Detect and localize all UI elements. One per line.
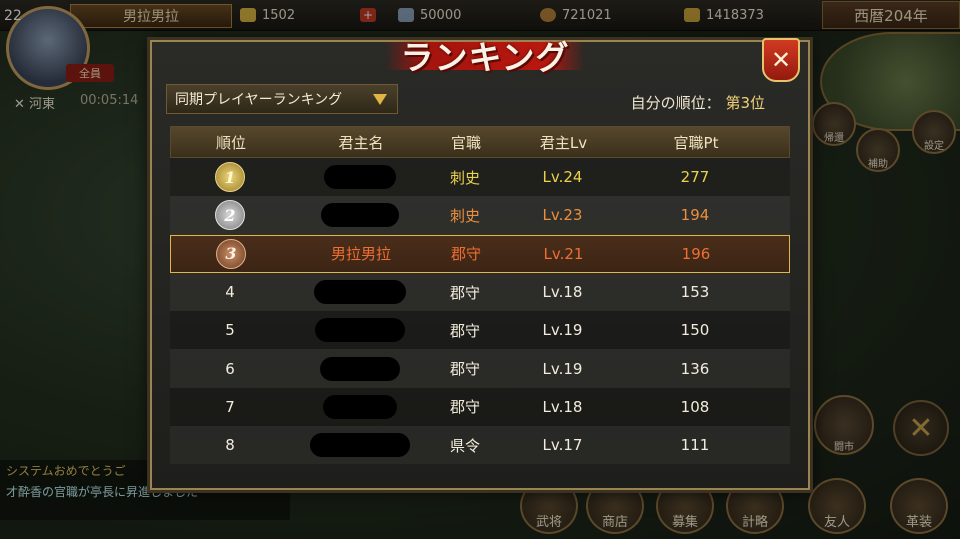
level-cell: Lv.17 bbox=[542, 436, 583, 455]
rank-cell: 4 bbox=[225, 283, 235, 302]
table-header: 順位 君主名 官職 君主Lv 官職Pt bbox=[170, 126, 790, 158]
post-cell: 県令 bbox=[449, 436, 480, 455]
points-cell: 277 bbox=[680, 168, 710, 187]
level-cell: Lv.23 bbox=[542, 206, 583, 225]
points-cell: 150 bbox=[680, 321, 710, 340]
level-cell: Lv.18 bbox=[542, 397, 583, 416]
redacted-name bbox=[315, 318, 405, 343]
post-cell: 郡守 bbox=[449, 321, 480, 340]
level-cell: Lv.21 bbox=[543, 244, 584, 263]
dropdown-label: 同期プレイヤーランキング bbox=[175, 92, 343, 108]
my-rank: 自分の順位： 第3位 bbox=[630, 94, 765, 112]
table-row[interactable]: 2 刺史 Lv.23 194 bbox=[170, 196, 790, 235]
chevron-down-icon bbox=[373, 94, 387, 105]
level-cell: Lv.19 bbox=[542, 321, 583, 340]
points-cell: 111 bbox=[680, 436, 710, 455]
points-cell: 108 bbox=[680, 397, 710, 416]
col-name: 君主名 bbox=[338, 133, 384, 152]
col-post: 官職 bbox=[450, 133, 481, 152]
ranking-table: 順位 君主名 官職 君主Lv 官職Pt 1 刺史 Lv.24 277 2 刺史 … bbox=[170, 126, 790, 465]
col-rank: 順位 bbox=[215, 133, 246, 152]
col-points: 官職Pt bbox=[673, 133, 719, 152]
modal-title: ランキング bbox=[385, 30, 585, 80]
table-row-self[interactable]: 3 男拉男拉 郡守 Lv.21 196 bbox=[170, 234, 790, 273]
redacted-name bbox=[314, 280, 406, 305]
table-row[interactable]: 1 刺史 Lv.24 277 bbox=[170, 158, 790, 197]
points-cell: 194 bbox=[680, 206, 710, 225]
rank-cell: 5 bbox=[225, 321, 235, 340]
name-cell: 男拉男拉 bbox=[330, 245, 391, 264]
close-button[interactable]: ✕ bbox=[762, 38, 800, 82]
post-cell: 郡守 bbox=[449, 283, 480, 302]
table-row[interactable]: 5 郡守 Lv.19 150 bbox=[170, 311, 790, 350]
level-cell: Lv.18 bbox=[542, 283, 583, 302]
redacted-name bbox=[321, 203, 399, 228]
page-title: ランキング bbox=[400, 38, 570, 77]
table-row[interactable]: 8 県令 Lv.17 111 bbox=[170, 426, 790, 465]
level-cell: Lv.24 bbox=[542, 168, 583, 187]
post-cell: 郡守 bbox=[449, 360, 480, 379]
rank-3-medal-icon: 3 bbox=[216, 238, 246, 269]
redacted-name bbox=[310, 433, 410, 458]
rank-cell: 7 bbox=[225, 397, 235, 416]
rank-2-medal-icon: 2 bbox=[215, 200, 245, 231]
rank-cell: 6 bbox=[225, 359, 235, 378]
redacted-name bbox=[323, 394, 397, 419]
rank-1-medal-icon: 1 bbox=[215, 162, 245, 193]
ranking-type-dropdown[interactable]: 同期プレイヤーランキング bbox=[166, 84, 398, 114]
post-cell: 刺史 bbox=[449, 168, 480, 187]
post-cell: 刺史 bbox=[449, 206, 480, 225]
table-row[interactable]: 6 郡守 Lv.19 136 bbox=[170, 349, 790, 388]
post-cell: 郡守 bbox=[449, 398, 480, 417]
redacted-name bbox=[320, 356, 400, 381]
rank-cell: 8 bbox=[225, 436, 235, 455]
points-cell: 153 bbox=[680, 283, 710, 302]
table-row[interactable]: 7 郡守 Lv.18 108 bbox=[170, 387, 790, 427]
points-cell: 136 bbox=[680, 359, 710, 378]
my-rank-value: 第3位 bbox=[725, 94, 765, 112]
table-row[interactable]: 4 郡守 Lv.18 153 bbox=[170, 272, 790, 312]
level-cell: Lv.19 bbox=[542, 359, 583, 378]
post-cell: 郡守 bbox=[450, 245, 481, 264]
redacted-name bbox=[324, 165, 396, 190]
points-cell: 196 bbox=[681, 244, 711, 263]
col-level: 君主Lv bbox=[539, 133, 588, 152]
